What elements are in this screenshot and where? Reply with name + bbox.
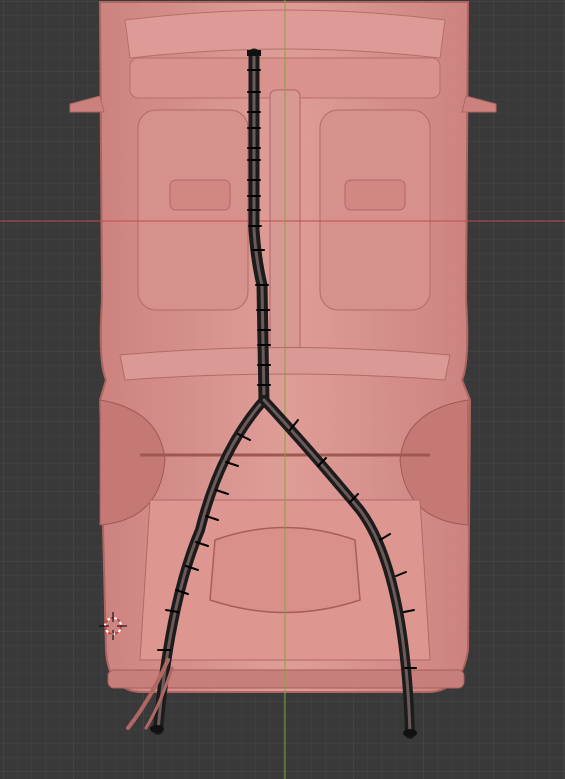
harness-top-connector[interactable] bbox=[247, 50, 261, 56]
harness-end-connector[interactable] bbox=[150, 725, 164, 733]
viewport-canvas[interactable] bbox=[0, 0, 565, 779]
seat-detail bbox=[169, 179, 231, 211]
car-model[interactable] bbox=[69, 1, 497, 693]
harness-end-connector[interactable] bbox=[403, 729, 417, 737]
3d-viewport[interactable] bbox=[0, 0, 565, 779]
seat-detail bbox=[344, 179, 406, 211]
